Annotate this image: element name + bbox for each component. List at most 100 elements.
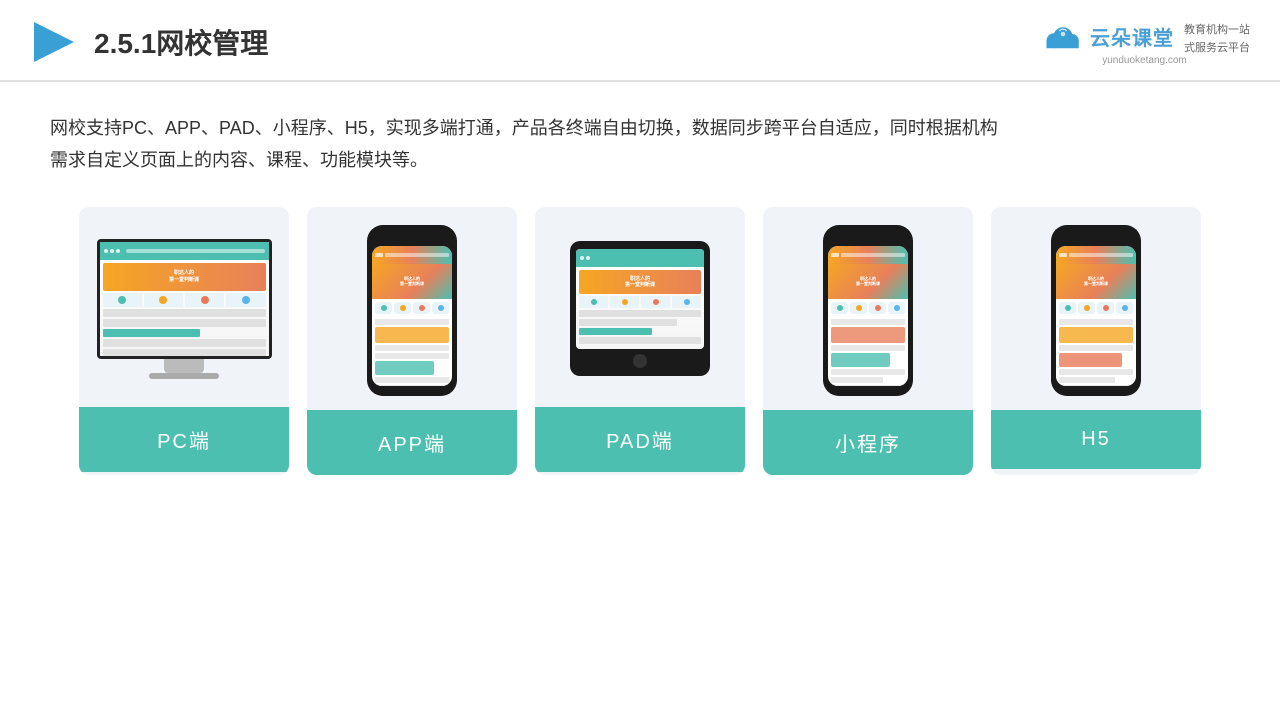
phone-content-row-3 <box>1059 369 1133 375</box>
phone-content-row <box>375 319 449 325</box>
screen-dot <box>580 256 584 260</box>
card-pc: 职达人的第一堂判断课 <box>79 207 289 475</box>
phone-content-rows <box>372 317 452 386</box>
phone-h5-screen: 职达人的第一堂判断课 <box>1056 246 1136 386</box>
phone-banner: 职达人的第一堂判断课 <box>372 264 452 299</box>
screen-row-accent <box>103 329 201 337</box>
phone-content-rows-2 <box>828 317 908 386</box>
description-area: 网校支持PC、APP、PAD、小程序、H5，实现多端打通，产品各终端自由切换，数… <box>0 82 1280 187</box>
header-left: 2.5.1网校管理 <box>30 18 268 66</box>
card-pc-label: PC端 <box>79 407 289 472</box>
monitor-stand <box>164 359 204 373</box>
monitor-screen: 职达人的第一堂判断课 <box>97 239 272 359</box>
phone-content-row-2 <box>831 377 883 383</box>
phone-icons-row <box>372 299 452 317</box>
phone-icon-2 <box>831 302 848 314</box>
phone-banner-text: 职达人的第一堂判断课 <box>400 276 424 287</box>
phone-content-row-2 <box>831 345 905 351</box>
phone-icon-2 <box>869 302 886 314</box>
phone-icons-row-3 <box>1056 299 1136 317</box>
page-header: 2.5.1网校管理 云朵课堂 教育机构一站 式服务云平台 yunduoketan… <box>0 0 1280 82</box>
card-app-label: APP端 <box>307 410 517 475</box>
logo-tagline-1: 教育机构一站 <box>1184 21 1250 37</box>
phone-notch-3 <box>1080 235 1112 242</box>
screen-banner: 职达人的第一堂判断课 <box>103 263 266 291</box>
tablet-header-bar <box>576 249 704 267</box>
phone-content-row <box>375 353 449 359</box>
phone-icon-2 <box>850 302 867 314</box>
phone-notch-area <box>372 235 452 242</box>
screen-header-bar <box>100 242 269 260</box>
screen-row <box>103 309 266 317</box>
logo-text: 云朵课堂 <box>1090 22 1174 51</box>
card-app-image: 职达人的第一堂判断课 <box>307 207 517 410</box>
phone-icon <box>413 302 430 314</box>
card-pad-image: 职达人的第一堂判断课 <box>535 207 745 407</box>
phone-banner-text-2: 职达人的第一堂判断课 <box>856 276 880 287</box>
phone-icon-3 <box>1078 302 1095 314</box>
phone-notch-area-3 <box>1056 235 1136 242</box>
phone-content-row <box>375 377 449 383</box>
description-line2: 需求自定义页面上的内容、课程、功能模块等。 <box>50 144 1230 176</box>
card-pc-image: 职达人的第一堂判断课 <box>79 207 289 407</box>
card-h5-image: 职达人的第一堂判断课 <box>991 207 1201 410</box>
phone-content-row-3 <box>1059 377 1115 383</box>
screen-row <box>103 349 266 356</box>
cards-section: 职达人的第一堂判断课 <box>0 187 1280 495</box>
phone-banner-text-3: 职达人的第一堂判断课 <box>1084 276 1108 287</box>
monitor-device: 职达人的第一堂判断课 <box>97 239 272 379</box>
grid-item <box>226 293 265 307</box>
phone-header-bar-2 <box>828 246 908 264</box>
screen-dot <box>586 256 590 260</box>
screen-dot <box>116 249 120 253</box>
logo-tagline-2: 式服务云平台 <box>1184 39 1250 55</box>
tablet-home-button <box>633 354 647 368</box>
page-title: 2.5.1网校管理 <box>94 22 268 62</box>
phone-icon-2 <box>888 302 905 314</box>
phone-content-rows-3 <box>1056 317 1136 386</box>
grid-item <box>144 293 183 307</box>
screen-grid <box>103 293 266 307</box>
phone-banner-2: 职达人的第一堂判断课 <box>828 264 908 299</box>
screen-dot <box>110 249 114 253</box>
cloud-icon <box>1039 22 1084 52</box>
monitor-base <box>149 373 219 379</box>
phone-icon <box>432 302 449 314</box>
phone-content-row-3 <box>1059 345 1133 351</box>
phone-header-bar <box>372 246 452 264</box>
phone-content-row <box>375 385 449 386</box>
phone-icon-3 <box>1097 302 1114 314</box>
phone-icon <box>394 302 411 314</box>
card-miniprogram-label: 小程序 <box>763 410 973 475</box>
phone-icon-3 <box>1116 302 1133 314</box>
screen-banner-text: 职达人的第一堂判断课 <box>169 270 199 283</box>
phone-app-device: 职达人的第一堂判断课 <box>367 225 457 396</box>
phone-app-screen: 职达人的第一堂判断课 <box>372 246 452 386</box>
phone-content-row-2 <box>831 319 905 325</box>
phone-icon <box>375 302 392 314</box>
tablet-device: 职达人的第一堂判断课 <box>570 241 710 376</box>
screen-content-pc: 职达人的第一堂判断课 <box>100 242 269 356</box>
card-h5: 职达人的第一堂判断课 <box>991 207 1201 475</box>
screen-row <box>103 319 266 327</box>
logo-cloud: 云朵课堂 教育机构一站 式服务云平台 <box>1039 19 1250 55</box>
phone-content-row-3 <box>1059 385 1133 386</box>
phone-header-bar-3 <box>1056 246 1136 264</box>
phone-icons-row-2 <box>828 299 908 317</box>
phone-notch-2 <box>852 235 884 242</box>
phone-content-row-2 <box>831 385 905 386</box>
grid-item <box>103 293 142 307</box>
logo-url: yunduoketang.com <box>1102 55 1187 66</box>
phone-banner-3: 职达人的第一堂判断课 <box>1056 264 1136 299</box>
phone-miniprogram-screen: 职达人的第一堂判断课 <box>828 246 908 386</box>
phone-notch <box>396 235 428 242</box>
tablet-screen: 职达人的第一堂判断课 <box>576 249 704 349</box>
phone-content-row <box>375 345 449 351</box>
logo-area: 云朵课堂 教育机构一站 式服务云平台 yunduoketang.com <box>1039 19 1250 66</box>
phone-h5-content: 职达人的第一堂判断课 <box>1056 246 1136 386</box>
phone-miniprogram-content: 职达人的第一堂判断课 <box>828 246 908 386</box>
phone-content-row-2 <box>831 369 905 375</box>
play-icon <box>30 18 78 66</box>
phone-content-row-3 <box>1059 319 1133 325</box>
grid-item <box>185 293 224 307</box>
